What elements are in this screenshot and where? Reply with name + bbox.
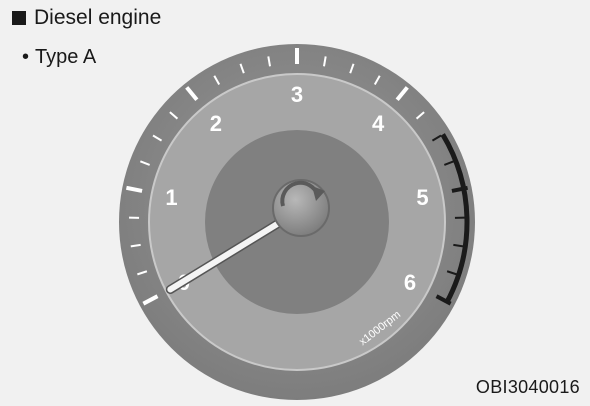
figure-code: OBI3040016 bbox=[475, 377, 580, 397]
needle-hub bbox=[272, 179, 330, 237]
scale-label: 2 bbox=[210, 111, 222, 136]
scale-label: 4 bbox=[372, 111, 385, 136]
scale-label: 3 bbox=[291, 82, 303, 107]
scale-label: 5 bbox=[416, 185, 428, 210]
figure-panel: Diesel engine •Type A 0123456 x1000rpm O… bbox=[0, 0, 590, 406]
scale-label: 6 bbox=[404, 270, 416, 295]
scale-label: 1 bbox=[165, 185, 177, 210]
tachometer-gauge: 0123456 x1000rpm bbox=[119, 44, 475, 400]
